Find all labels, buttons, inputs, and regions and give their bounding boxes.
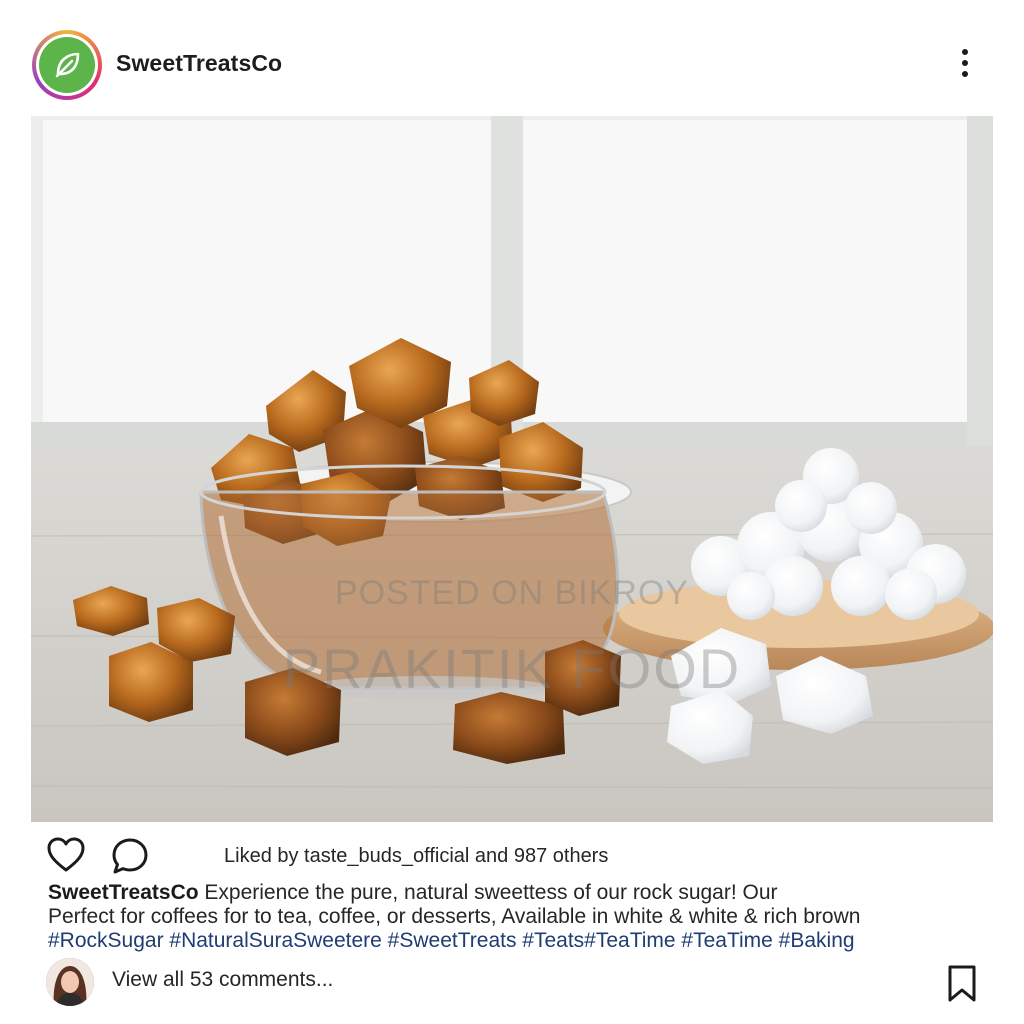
comment-button[interactable]: [110, 836, 150, 876]
comment-icon: [112, 838, 148, 874]
caption-hashtags[interactable]: #RockSugar #NaturalSuraSweetere #SweetTr…: [48, 929, 978, 953]
post-header: SweetTreatsCo: [0, 0, 1024, 116]
post-image[interactable]: POSTED ON BIKROY PRAKITIK FOOD: [31, 116, 993, 822]
post-username[interactable]: SweetTreatsCo: [116, 50, 282, 77]
more-vertical-icon: [962, 49, 968, 55]
post-caption: SweetTreatsCo Experience the pure, natur…: [48, 881, 978, 953]
caption-line-1: Experience the pure, natural sweettess o…: [204, 881, 778, 904]
commenter-avatar[interactable]: [46, 958, 94, 1006]
bookmark-icon: [948, 965, 976, 1002]
heart-icon: [47, 837, 85, 872]
profile-avatar[interactable]: [32, 30, 102, 100]
rock-sugar-photo: [31, 116, 993, 822]
view-all-comments-link[interactable]: View all 53 comments...: [112, 968, 333, 992]
like-button[interactable]: [46, 836, 86, 874]
leaf-icon: [55, 52, 80, 78]
caption-username[interactable]: SweetTreatsCo: [48, 881, 199, 904]
more-options-button[interactable]: [948, 44, 982, 82]
save-button[interactable]: [944, 964, 980, 1004]
likes-summary[interactable]: Liked by taste_buds_official and 987 oth…: [224, 845, 608, 868]
caption-line-2: Perfect for coffees for to tea, coffee, …: [48, 905, 861, 928]
